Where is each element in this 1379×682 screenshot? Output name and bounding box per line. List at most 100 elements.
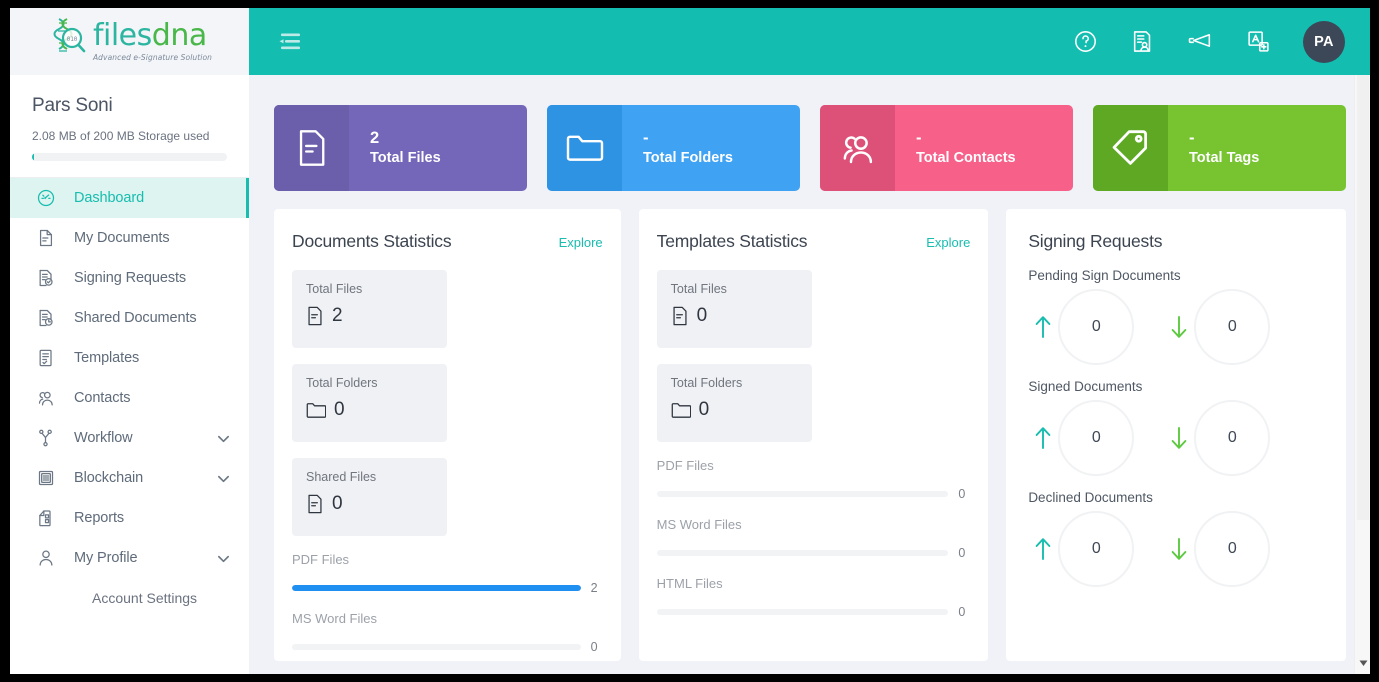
stat-card-total-folders[interactable]: - Total Folders <box>547 105 800 191</box>
chevron-down-icon[interactable] <box>216 471 231 486</box>
sidebar-item-workflow[interactable]: Workflow <box>10 418 249 458</box>
signing-group-label: Declined Documents <box>1028 490 1153 505</box>
scroll-down-arrow-icon[interactable] <box>1355 656 1371 670</box>
stat-card-total-contacts[interactable]: - Total Contacts <box>820 105 1073 191</box>
user-icon <box>36 548 56 568</box>
stat-card-label: Total Folders <box>643 149 733 166</box>
stat-box-value: 0 <box>698 399 710 420</box>
stat-card-value: 2 <box>370 128 380 147</box>
templates-statistics-panel: Templates Statistics Explore Total Files… <box>638 209 989 661</box>
sidebar-item-my-profile[interactable]: My Profile <box>10 538 249 578</box>
header-actions: PA <box>1073 20 1345 63</box>
sidebar-item-label: Dashboard <box>74 190 145 206</box>
app-root: 010 filesdna Advanced e-Signature Soluti… <box>0 0 1379 682</box>
stat-box-label: Shared Files <box>306 470 377 484</box>
stat-box-shared-files: Shared Files 0 <box>292 458 447 536</box>
stat-box-total-folders: Total Folders 0 <box>656 364 812 442</box>
bar-value: 0 <box>958 605 966 619</box>
signing-sent-count: 0 <box>1058 400 1135 476</box>
user-name: Pars Soni <box>32 95 113 116</box>
brand-logo[interactable]: 010 filesdna Advanced e-Signature Soluti… <box>10 8 249 75</box>
language-translate-icon[interactable] <box>1246 29 1271 54</box>
bar-label: HTML Files <box>656 576 723 591</box>
tag-icon <box>1093 105 1168 191</box>
bar-label: MS Word Files <box>292 611 377 626</box>
folder-icon <box>547 105 622 191</box>
scrollbar-thumb[interactable] <box>1357 75 1369 520</box>
signing-group-signed-documents: Signed Documents 0 0 <box>1028 379 1328 476</box>
sidebar-nav: Dashboard My Documents Signing Requests Sha… <box>10 178 249 618</box>
stat-card-total-tags[interactable]: - Total Tags <box>1093 105 1346 191</box>
document-icon <box>36 228 56 248</box>
sidebar-subitem-account-settings[interactable]: Account Settings <box>10 578 249 618</box>
vertical-scrollbar[interactable] <box>1354 75 1370 674</box>
sidebar-item-reports[interactable]: Reports <box>10 498 249 538</box>
stat-card-label: Total Tags <box>1189 149 1260 166</box>
collapse-sidebar-icon[interactable] <box>274 27 304 57</box>
sidebar-item-templates[interactable]: Templates <box>10 338 249 378</box>
stat-card-total-files[interactable]: 2 Total Files <box>274 105 527 191</box>
signing-requests-panel: Signing Requests Pending Sign Documents 0… <box>1006 209 1346 661</box>
arrow-down-icon <box>1164 314 1194 340</box>
chevron-down-icon[interactable] <box>216 551 231 566</box>
brand-name-files: files <box>92 18 152 53</box>
stat-box-value: 2 <box>332 305 343 326</box>
chevron-down-icon[interactable] <box>216 431 231 446</box>
signing-requests-groups: Pending Sign Documents 0 0 Signed Documents… <box>1028 268 1328 587</box>
page-title: Documents Statistics <box>292 231 452 251</box>
sidebar-item-contacts[interactable]: Contacts <box>10 378 249 418</box>
sidebar-item-my-documents[interactable]: My Documents <box>10 218 249 258</box>
sidebar-item-label: Signing Requests <box>74 270 187 286</box>
bar-label: PDF Files <box>292 552 350 567</box>
bar-track <box>292 585 581 591</box>
bar-value: 2 <box>590 581 598 595</box>
arrow-up-icon <box>1028 425 1058 451</box>
documents-statistics-panel: Documents Statistics Explore Total Files… <box>274 209 621 661</box>
reports-icon <box>36 508 56 528</box>
documents-bars: PDF Files2MS Word Files0HTML Files0 <box>292 552 603 661</box>
blockchain-icon <box>36 468 56 488</box>
help-circle-icon[interactable] <box>1073 29 1098 54</box>
contacts-icon <box>36 388 56 408</box>
signing-group-pending-sign-documents: Pending Sign Documents 0 0 <box>1028 268 1328 365</box>
stat-box-value: 0 <box>332 493 343 514</box>
sidebar-item-blockchain[interactable]: Blockchain <box>10 458 249 498</box>
folder-icon <box>671 401 691 419</box>
user-summary: Pars Soni 2.08 MB of 200 MB Storage used <box>10 75 249 161</box>
bar-ms-word-files: MS Word Files 0 <box>292 611 603 654</box>
brand-tagline: Advanced e-Signature Solution <box>92 53 213 62</box>
templates-title: Templates Statistics <box>656 231 808 251</box>
sidebar-item-dashboard[interactable]: Dashboard <box>10 178 249 218</box>
stat-card-label: Total Files <box>370 149 441 166</box>
sidebar-item-shared-documents[interactable]: Shared Documents <box>10 298 249 338</box>
sidebar-item-label: My Documents <box>74 230 170 246</box>
document-icon <box>274 105 349 191</box>
sidebar-item-label: Blockchain <box>74 470 144 486</box>
top-header: PA <box>249 8 1370 75</box>
stat-box-label: Total Files <box>306 282 363 296</box>
templates-explore-link[interactable]: Explore <box>926 235 970 250</box>
document-check-icon <box>36 268 56 288</box>
sidebar-item-label: Shared Documents <box>74 310 197 326</box>
bar-pdf-files: PDF Files 2 <box>292 552 603 595</box>
document-share-icon <box>36 308 56 328</box>
document-icon <box>671 306 689 326</box>
document-icon <box>306 306 324 326</box>
signing-sent-count: 0 <box>1058 289 1135 365</box>
avatar[interactable]: PA <box>1303 20 1345 63</box>
documents-explore-link[interactable]: Explore <box>559 235 603 250</box>
storage-usage-text: 2.08 MB of 200 MB Storage used <box>32 129 210 143</box>
storage-progress-bar <box>32 153 227 161</box>
document-user-icon[interactable] <box>1130 29 1155 54</box>
storage-progress-fill <box>32 153 35 161</box>
stat-card-value: - <box>1189 128 1195 147</box>
signing-sent-count: 0 <box>1058 511 1135 587</box>
template-icon <box>36 348 56 368</box>
sidebar-item-label: Templates <box>74 350 140 366</box>
signing-received-count: 0 <box>1194 289 1271 365</box>
arrow-down-icon <box>1164 425 1194 451</box>
sidebar-item-signing-requests[interactable]: Signing Requests <box>10 258 249 298</box>
sidebar: 010 filesdna Advanced e-Signature Soluti… <box>10 8 249 674</box>
signing-group-label: Pending Sign Documents <box>1028 268 1181 283</box>
megaphone-icon[interactable] <box>1187 28 1214 55</box>
